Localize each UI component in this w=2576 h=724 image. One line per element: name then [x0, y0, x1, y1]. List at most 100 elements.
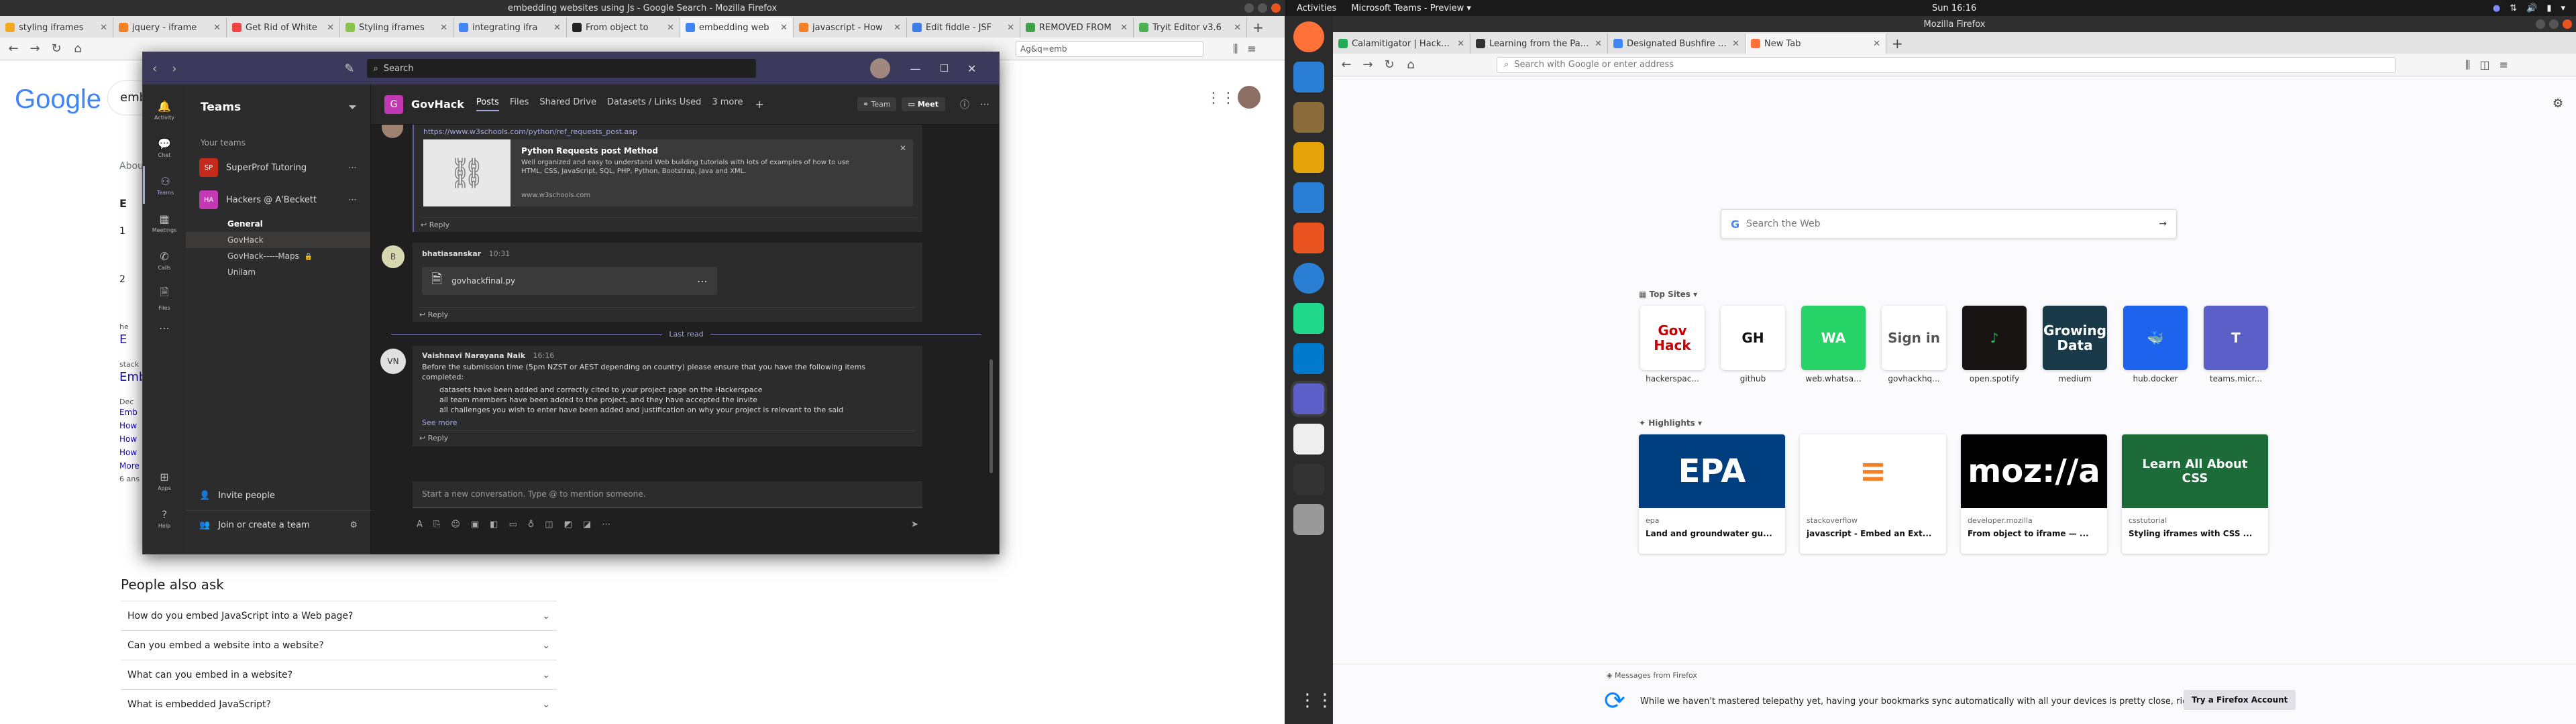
see-more-link[interactable]: See more	[422, 418, 458, 427]
format-icon[interactable]: A	[417, 520, 423, 530]
app-icon-1[interactable]: ◩	[564, 520, 572, 530]
top-site-tile[interactable]: WA web.whatsa...	[1800, 306, 1867, 383]
rail-item-files[interactable]: 🗎 Files	[143, 279, 186, 316]
tab-close-icon[interactable]: ✕	[1234, 23, 1241, 33]
dock-text-editor-icon[interactable]	[1293, 424, 1324, 455]
back-button[interactable]: ←	[4, 42, 23, 56]
teams-maximize-button[interactable]: ☐	[940, 62, 949, 74]
tab-close-icon[interactable]: ✕	[1873, 39, 1880, 49]
settings-gear-icon[interactable]: ⚙	[350, 520, 358, 530]
browser-tab[interactable]: Calamitigator | Hackers ✕	[1333, 34, 1470, 54]
tab-close-icon[interactable]: ✕	[213, 23, 221, 33]
volume-icon[interactable]: 🔊	[2526, 3, 2537, 13]
tab-close-icon[interactable]: ✕	[1457, 39, 1464, 49]
highlight-card[interactable]: ≡ stackoverflow javascript - Embed an Ext.…	[1800, 434, 1946, 554]
dock-terminal-icon[interactable]	[1293, 464, 1324, 495]
paa-question[interactable]: What can you embed in a website? ⌄	[121, 660, 557, 689]
channel-tab[interactable]: Datasets / Links Used	[607, 97, 701, 111]
system-menu-icon[interactable]: ▾	[2561, 3, 2565, 13]
filter-icon[interactable]: ⏷	[348, 101, 357, 114]
highlight-card[interactable]: moz://a developer.mozilla From object to i…	[1961, 434, 2107, 554]
dock-disks-icon[interactable]	[1293, 504, 1324, 535]
stream-icon[interactable]: ◫	[545, 520, 553, 530]
browser-tab[interactable]: Designated Bushfire Pro ✕	[1608, 34, 1746, 54]
team-info-button[interactable]: ⚭ Team	[857, 97, 896, 111]
battery-icon[interactable]: ▮	[2546, 3, 2551, 13]
home-button[interactable]: ⌂	[68, 42, 87, 56]
top-site-tile[interactable]: Tteams.micr...	[2202, 306, 2269, 383]
rail-item-meetings[interactable]: ▦ Meetings	[143, 204, 186, 241]
channel-tab[interactable]: Files	[510, 97, 529, 111]
right-url-bar[interactable]: ⌕ Search with Google or enter address	[1497, 56, 2396, 73]
tab-close-icon[interactable]: ✕	[553, 23, 561, 33]
clock[interactable]: Sun 16:16	[1932, 3, 1976, 13]
join-create-team[interactable]: 👥 Join or create a team ⚙	[186, 510, 371, 540]
teams-search-input[interactable]: ⌕ Search	[366, 59, 756, 78]
browser-tab[interactable]: Learning from the Past | ✕	[1470, 34, 1608, 54]
dock-software-icon[interactable]	[1293, 223, 1324, 253]
reply-link[interactable]: ↩ Reply	[421, 217, 917, 229]
browser-tab[interactable]: integrating ifra ✕	[453, 17, 567, 38]
top-site-tile[interactable]: 🐳 hub.docker	[2122, 306, 2189, 383]
right-sidebar-icon[interactable]: ◫	[2479, 58, 2489, 71]
tab-close-icon[interactable]: ✕	[1007, 23, 1014, 33]
channel-tab[interactable]: 3 more	[712, 97, 743, 111]
channel-item[interactable]: Unilam	[186, 264, 370, 280]
tab-close-icon[interactable]: ✕	[1732, 39, 1739, 49]
app-icon-2[interactable]: ◪	[583, 520, 591, 530]
dock-thunderbird-icon[interactable]	[1293, 62, 1324, 93]
rail-item-help[interactable]: ? Help	[143, 499, 186, 537]
top-site-tile[interactable]: Sign in govhackhq...	[1880, 306, 1947, 383]
tab-close-icon[interactable]: ✕	[1595, 39, 1602, 49]
browser-tab[interactable]: New Tab ✕	[1746, 34, 1886, 54]
compose-box[interactable]: Start a new conversation. Type @ to ment…	[413, 481, 922, 508]
profile-avatar[interactable]	[869, 58, 890, 78]
rail-item-activity[interactable]: 🔔 Activity	[143, 91, 186, 129]
tab-close-icon[interactable]: ✕	[327, 23, 334, 33]
maximize-button[interactable]	[1258, 3, 1267, 13]
sticker-icon[interactable]: ◧	[490, 520, 498, 530]
tray-app-icon[interactable]: ●	[2493, 3, 2500, 13]
minimize-button[interactable]	[1244, 3, 1254, 13]
link-preview-card[interactable]: ⛓ Python Requests post Method Well organ…	[423, 139, 913, 206]
info-icon[interactable]: ⓘ	[960, 98, 969, 111]
attach-icon[interactable]: ⎘	[433, 520, 440, 530]
right-menu-icon[interactable]: ≡	[2500, 58, 2508, 71]
close-button[interactable]	[1271, 3, 1281, 13]
posts-scrollbar[interactable]	[989, 359, 993, 473]
right-home-button[interactable]: ⌂	[1401, 58, 1420, 72]
rail-item-chat[interactable]: 💬 Chat	[143, 129, 186, 166]
right-close-button[interactable]	[2563, 19, 2572, 29]
compose-icon[interactable]: ✎	[344, 62, 354, 76]
browser-tab[interactable]: Tryit Editor v3.6 ✕	[1134, 17, 1247, 38]
highlights-heading[interactable]: ✦ Highlights ▾	[1639, 418, 2269, 428]
more-apps-icon[interactable]: ⋯	[602, 520, 610, 530]
top-site-tile[interactable]: Gov Hack hackerspac...	[1639, 306, 1706, 383]
browser-tab[interactable]: javascript - How ✕	[794, 17, 907, 38]
file-attachment[interactable]: 🗎 govhackfinal.py ⋯	[422, 267, 717, 295]
rail-item-calls[interactable]: ✆ Calls	[143, 241, 186, 279]
invite-people[interactable]: 👤 Invite people	[186, 487, 371, 505]
new-tab-button[interactable]: +	[1886, 34, 1909, 54]
dock-teams-icon[interactable]	[1293, 383, 1324, 414]
send-icon[interactable]: ➤	[911, 520, 918, 530]
reply-link-2[interactable]: ↩ Reply	[419, 307, 916, 319]
top-site-tile[interactable]: GH github	[1719, 306, 1786, 383]
channel-tab[interactable]: Posts	[476, 97, 499, 111]
back-arrow-icon[interactable]: ‹	[152, 62, 157, 76]
top-site-tile[interactable]: Growing Data medium	[2041, 306, 2108, 383]
dock-files-icon[interactable]	[1293, 102, 1324, 133]
network-icon[interactable]: ⇅	[2510, 3, 2517, 13]
tab-close-icon[interactable]: ✕	[894, 23, 901, 33]
right-forward-button[interactable]: →	[1358, 58, 1377, 72]
tab-close-icon[interactable]: ✕	[1120, 23, 1128, 33]
rail-item-apps[interactable]: ⊞ Apps	[143, 462, 186, 499]
channel-item[interactable]: GovHack-----Maps 🔒	[186, 248, 370, 264]
highlight-card[interactable]: EPA epa Land and groundwater gu...	[1639, 434, 1785, 554]
right-maximize-button[interactable]	[2549, 19, 2559, 29]
browser-tab[interactable]: Get Rid of White ✕	[227, 17, 340, 38]
paa-question[interactable]: What is embedded JavaScript? ⌄	[121, 689, 557, 719]
dock-rhythmbox-icon[interactable]	[1293, 142, 1324, 173]
team-item[interactable]: SP SuperProf Tutoring ⋯	[186, 152, 370, 184]
newtab-settings-icon[interactable]: ⚙	[2553, 97, 2563, 111]
